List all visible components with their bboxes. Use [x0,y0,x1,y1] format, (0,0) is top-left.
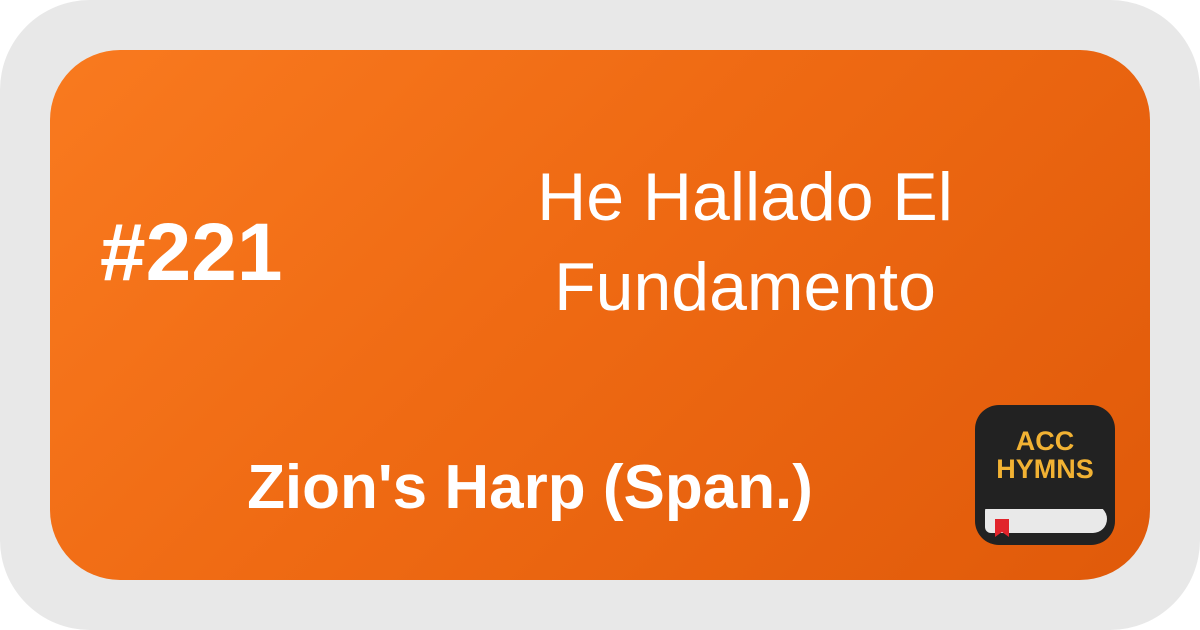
hymnal-name: Zion's Harp (Span.) [247,453,813,522]
hymn-title: He Hallado El Fundamento [420,152,1070,352]
hymn-number: #221 [100,207,283,298]
app-badge-line-2: HYMNS [996,454,1094,484]
book-spine [985,501,1107,509]
app-badge-line-1: ACC [1015,426,1075,456]
hymn-title-line-1: He Hallado El [537,159,953,235]
bookmark-icon [995,519,1009,537]
hymn-title-line-2: Fundamento [554,249,936,325]
acc-hymns-app-icon: ACC HYMNS [975,405,1115,545]
app-badge-label: ACC HYMNS [975,427,1115,483]
